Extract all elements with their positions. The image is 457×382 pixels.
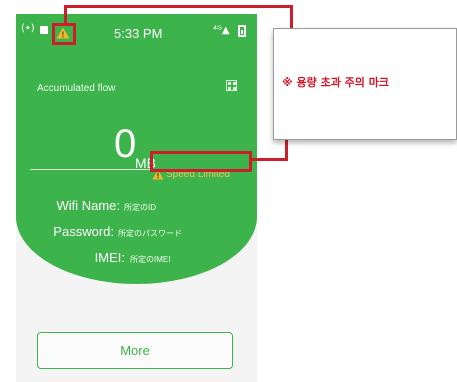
qr-code-icon[interactable]	[226, 80, 237, 91]
imei-value: 所定のIMEI	[130, 255, 171, 264]
green-header	[16, 14, 257, 284]
status-warning-highlight-box	[52, 23, 76, 45]
annotation-callout: ※ 용량 초과 주의 마크	[273, 28, 457, 140]
notification-square-icon	[40, 26, 48, 34]
password-value: 所定のパスワード	[118, 229, 182, 238]
connector-line	[290, 5, 293, 29]
battery-icon	[238, 25, 246, 37]
flow-value: 0	[114, 122, 137, 166]
connector-line	[64, 5, 67, 25]
password-label: Password:	[53, 224, 114, 239]
status-time: 5:33 PM	[114, 26, 163, 41]
accumulated-flow-label: Accumulated flow	[37, 83, 116, 94]
wifi-name-value: 所定のID	[124, 203, 156, 212]
connector-line	[250, 158, 288, 161]
wifi-name-label: Wifi Name:	[56, 198, 120, 213]
hotspot-icon: (•)	[21, 23, 35, 34]
speed-limited-highlight-box	[150, 151, 252, 172]
phone-screen: (•) ! 5:33 PM ⁴ᴳ▲ Accumulated flow 0 MB …	[16, 14, 257, 382]
more-button[interactable]: More	[37, 332, 233, 369]
connector-line	[64, 5, 293, 8]
imei-label: IMEI:	[94, 250, 125, 265]
callout-text: ※ 용량 초과 주의 마크	[282, 76, 389, 89]
network-signal-icon: ⁴ᴳ▲	[213, 25, 230, 36]
